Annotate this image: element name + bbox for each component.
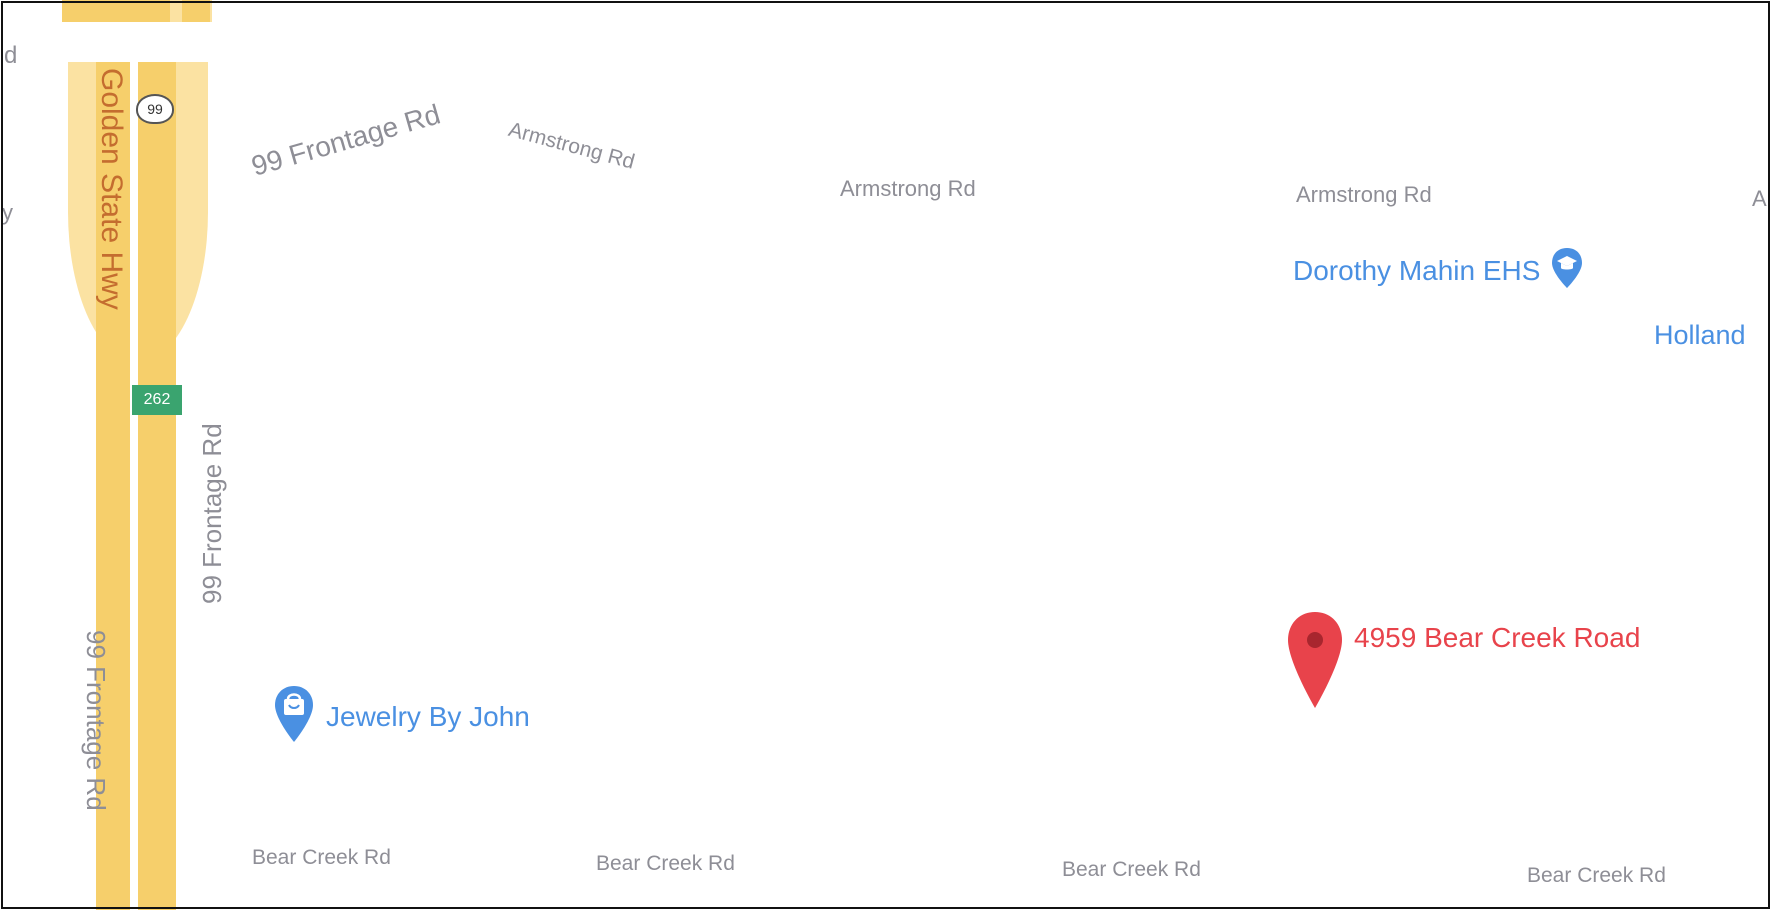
map-canvas[interactable]: Golden State Hwy 99 262 99 Frontage Rd 9… xyxy=(0,0,1773,914)
destination-marker[interactable]: 4959 Bear Creek Road xyxy=(1286,610,1640,715)
edge-label-top-left: d xyxy=(4,42,18,69)
road-label-armstrong-3: Armstrong Rd xyxy=(1296,182,1432,207)
poi-school-name: Dorothy Mahin EHS xyxy=(1293,254,1541,286)
road-label-99-frontage-east: 99 Frontage Rd xyxy=(197,423,227,604)
poi-holland[interactable]: Holland xyxy=(1654,320,1746,351)
poi-holland-name: Holland xyxy=(1654,320,1746,350)
highway-lane-west-top xyxy=(62,0,170,22)
red-pin-icon xyxy=(1286,610,1344,715)
exit-262-sign: 262 xyxy=(132,385,182,415)
road-label-99-frontage-curved: 99 Frontage Rd xyxy=(248,98,444,182)
road-label-bear-creek-4: Bear Creek Rd xyxy=(1527,864,1666,887)
highway-median xyxy=(130,62,138,914)
poi-jewelry-by-john[interactable]: Jewelry By John xyxy=(272,684,530,749)
poi-shop-name: Jewelry By John xyxy=(326,700,530,732)
road-label-bear-creek-3: Bear Creek Rd xyxy=(1062,858,1201,881)
highway-lane-east-top xyxy=(182,0,210,22)
road-label-bear-creek-1: Bear Creek Rd xyxy=(252,846,391,869)
golden-state-hwy-east-lane[interactable] xyxy=(138,62,176,914)
destination-label: 4959 Bear Creek Road xyxy=(1354,621,1641,653)
road-label-99-frontage-west: 99 Frontage Rd xyxy=(81,630,111,811)
edge-label-right: A xyxy=(1752,186,1767,211)
map-border xyxy=(1,1,1770,909)
graduation-cap-icon xyxy=(1550,246,1584,295)
golden-state-hwy-label: Golden State Hwy xyxy=(95,68,128,310)
edge-label-left: y xyxy=(2,200,13,225)
route-99-shield-icon: 99 xyxy=(136,94,174,124)
bottom-band xyxy=(0,910,1773,914)
road-label-bear-creek-2: Bear Creek Rd xyxy=(596,852,735,875)
shopping-bag-icon xyxy=(272,684,316,749)
road-label-armstrong-2: Armstrong Rd xyxy=(840,176,976,201)
poi-dorothy-mahin-ehs[interactable]: Dorothy Mahin EHS xyxy=(1293,246,1584,295)
road-label-armstrong-curved: Armstrong Rd xyxy=(506,118,638,174)
